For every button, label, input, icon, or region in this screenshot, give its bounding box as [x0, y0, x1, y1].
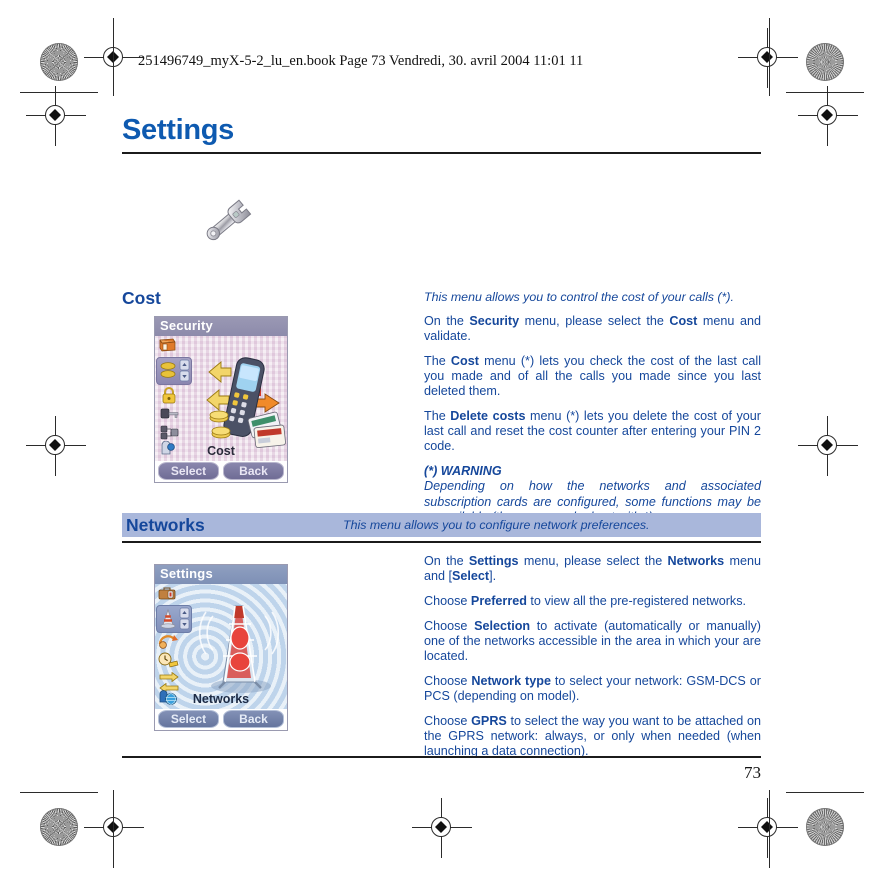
body-column-networks: On the Settings menu, please select the …: [424, 554, 761, 759]
registration-mark-left-middle: [26, 416, 86, 476]
address-book-icon: [157, 338, 179, 353]
phone-title-security: Security: [155, 317, 287, 336]
softkey-select[interactable]: Select: [158, 462, 219, 480]
phone-selected-item-settings: [156, 605, 192, 633]
phone-icon-rail-security: [157, 338, 183, 353]
section-intro-networks: This menu allows you to configure networ…: [343, 518, 650, 532]
softkey-back[interactable]: Back: [223, 710, 284, 728]
antenna-tower-icon: [191, 590, 287, 703]
trim-line-bottom-right: [786, 792, 864, 794]
phone-icon-rail-settings: [157, 586, 183, 601]
page-number: 73: [744, 763, 761, 782]
title-divider: [122, 152, 761, 154]
phone-caption-networks: Networks: [192, 692, 250, 706]
footer-divider: [122, 756, 761, 758]
registration-mark-bottom-right-inner: [738, 798, 798, 858]
manual-page: 251496749_myX-5-2_lu_en.book Page 73 Ven…: [0, 0, 884, 884]
paragraph: The Cost menu (*) lets you check the cos…: [424, 353, 761, 399]
softkey-back[interactable]: Back: [223, 462, 284, 480]
trim-guide-right-bottom: [769, 790, 771, 868]
softkey-select[interactable]: Select: [158, 710, 219, 728]
trim-guide-left: [113, 18, 115, 96]
phone-caption-cost: Cost: [207, 444, 235, 458]
paragraph: Choose Network type to select your netwo…: [424, 673, 761, 703]
book-header-line: 251496749_myX-5-2_lu_en.book Page 73 Ven…: [138, 53, 584, 69]
paragraph: The Delete costs menu (*) lets you delet…: [424, 409, 761, 454]
section-heading-cost: Cost: [122, 288, 161, 308]
section-heading-networks: Networks: [126, 515, 205, 535]
toolbox-icon: [157, 586, 179, 601]
phone-softkeys-security: Select Back: [155, 460, 287, 482]
registration-mark-right-middle: [798, 416, 858, 476]
wrench-icon: [192, 193, 266, 249]
paragraph: Choose GPRS to select the way you want t…: [424, 713, 761, 759]
trim-line-top-left: [20, 92, 98, 94]
rosette-mark-bottom-right: [806, 808, 844, 846]
phone-screen-body-settings: [155, 584, 287, 709]
trim-line-top-right: [786, 92, 864, 94]
rosette-mark-bottom-left: [40, 808, 78, 846]
paragraph: Choose Selection to activate (automatica…: [424, 618, 761, 664]
section-band-rule-networks: [122, 541, 761, 543]
page-title: Settings: [122, 114, 234, 146]
registration-mark-bottom-center: [412, 798, 472, 858]
phone-screenshot-settings: Settings Networks Select Back: [154, 564, 288, 731]
trim-line-bottom-left: [20, 792, 98, 794]
paragraph: Choose Preferred to view all the pre-reg…: [424, 593, 747, 608]
phone-softkeys-settings: Select Back: [155, 708, 287, 730]
phone-screenshot-security: Security Cost Select Back: [154, 316, 288, 483]
trim-guide-right: [769, 18, 771, 96]
trim-guide-left-bottom: [113, 790, 115, 868]
paragraph: On the Settings menu, please select the …: [424, 554, 761, 584]
registration-mark-top-right-inner: [738, 28, 798, 88]
warning-title: (*) WARNING: [424, 464, 502, 479]
registration-mark-right-upper: [798, 86, 858, 146]
rosette-mark-top-right: [806, 43, 844, 81]
rosette-mark-top-left: [40, 43, 78, 81]
phone-title-settings: Settings: [155, 565, 287, 584]
paragraph: On the Security menu, please select the …: [424, 314, 761, 344]
phone-screen-body-security: [155, 336, 287, 461]
body-column-cost: On the Security menu, please select the …: [424, 314, 761, 525]
registration-mark-left-upper: [26, 86, 86, 146]
section-intro-cost: This menu allows you to control the cost…: [424, 290, 734, 304]
